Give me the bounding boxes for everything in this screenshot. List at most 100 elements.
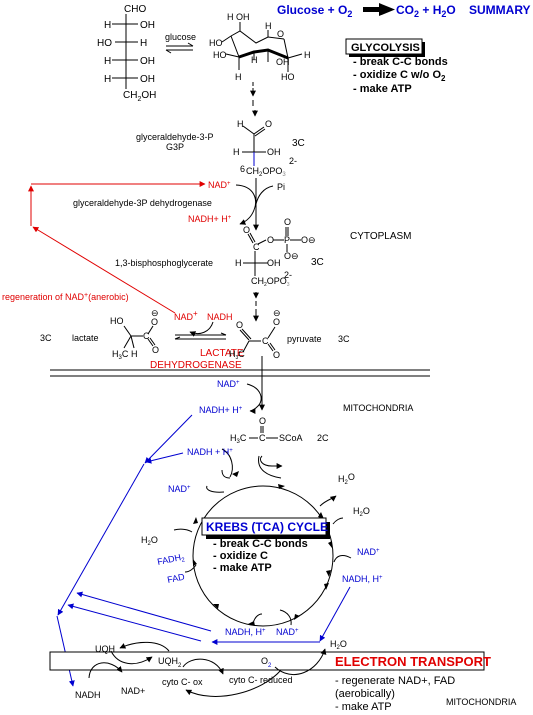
metabolism-diagram: Glucose + O2 CO2 + H2O SUMMARY CHO H OH …: [2, 3, 531, 713]
svg-text:P: P: [284, 235, 290, 245]
krebs-point: - make ATP: [213, 562, 272, 574]
svg-text:HO: HO: [281, 72, 295, 82]
svg-text:OH: OH: [236, 12, 250, 22]
svg-text:HO: HO: [110, 316, 124, 326]
et-nadh: NADH: [75, 690, 101, 700]
svg-text:O⊖: O⊖: [284, 251, 299, 261]
svg-text:O: O: [243, 225, 250, 235]
nad-label: NAD+: [208, 180, 231, 190]
equation-arrow-icon: [363, 3, 395, 16]
svg-text:2-: 2-: [289, 156, 297, 166]
svg-text:H: H: [140, 38, 147, 49]
electron-transport-title: ELECTRON TRANSPORT: [335, 654, 491, 669]
svg-text:O: O: [284, 217, 291, 227]
svg-text:2C: 2C: [317, 433, 329, 443]
svg-text:H: H: [235, 72, 242, 82]
svg-text:HO: HO: [97, 38, 112, 49]
svg-text:H: H: [237, 119, 244, 129]
acetyl-coa-molecule: O H3C C SCoA 2C: [230, 416, 329, 469]
svg-text:HO: HO: [209, 38, 223, 48]
krebs-h2o-left: H2O: [141, 535, 158, 547]
enzyme-label: glyceraldehyde-3P dehydrogenase: [73, 198, 212, 208]
svg-text:OH: OH: [140, 56, 155, 67]
svg-text:6: 6: [240, 164, 245, 174]
svg-text:O: O: [277, 29, 284, 39]
svg-text:HO: HO: [213, 50, 227, 60]
et-cyto-red: cyto C- reduced: [229, 675, 293, 685]
pdh-nadh-label: NADH+ H+: [199, 405, 243, 415]
svg-text:H: H: [235, 258, 242, 268]
lactate-dehydrogenase-step: NAD+ NADH LACTATE DEHYDROGENASE: [150, 309, 244, 371]
krebs-point: - break C-C bonds: [213, 538, 308, 550]
equation-glucose: Glucose + O2: [277, 3, 352, 19]
svg-text:pyruvate: pyruvate: [287, 334, 322, 344]
svg-text:H: H: [104, 74, 111, 85]
svg-text:2-: 2-: [284, 270, 292, 280]
svg-text:3C: 3C: [40, 333, 52, 343]
svg-text:O: O: [151, 317, 158, 327]
mitochondria-label: MITOCHONDRIA: [343, 403, 413, 413]
krebs-nad-right: NAD+: [357, 547, 380, 557]
krebs-nadh-top: NADH + H+: [187, 447, 233, 457]
svg-text:H: H: [251, 55, 258, 65]
svg-text:SCoA: SCoA: [279, 433, 303, 443]
glucose-fischer-projection: CHO H OH HO H H OH H OH CH2OH: [97, 4, 156, 103]
glucose-ring-structure: H OH H O HO HO H OH H H HO: [209, 12, 311, 82]
summary-title: SUMMARY: [469, 3, 531, 17]
pyruvate-dehydrogenase-step: NAD+ NADH+ H+: [199, 379, 262, 415]
g3p-dehydrogenase-step: NAD+ Pi glyceraldehyde-3P dehydrogenase …: [73, 178, 285, 231]
svg-text:G3P: G3P: [166, 142, 184, 152]
svg-text:H: H: [104, 56, 111, 67]
ldh-nad-label: NAD+: [174, 309, 198, 322]
glycolysis-point: - oxidize C w/o O2: [353, 69, 446, 83]
svg-text:H: H: [227, 12, 234, 22]
lactate-molecule: 3C lactate HO H3C H C ⊖ O O: [40, 308, 159, 361]
summary-equation: Glucose + O2 CO2 + H2O SUMMARY: [277, 3, 531, 19]
ldh-nadh-label: NADH: [207, 312, 233, 322]
svg-text:H: H: [304, 50, 311, 60]
svg-text:3C: 3C: [338, 334, 350, 344]
krebs-cycle: NADH + H+ NAD+ H2O FADH2 FAD H2O H2O NAD…: [141, 447, 383, 637]
krebs-title: KREBS (TCA) CYCLE: [206, 520, 328, 534]
svg-text:CHO: CHO: [124, 4, 146, 15]
pyruvate-molecule: O H3C C ⊖ O O pyruvate 3C: [229, 308, 350, 361]
krebs-h2o-right: H2O: [353, 506, 370, 518]
regeneration-label: regeneration of NAD+(anerobic): [2, 292, 129, 302]
nadh-label: NADH+ H+: [188, 214, 232, 224]
ldh-enzyme-label: DEHYDROGENASE: [150, 360, 242, 371]
krebs-h2o-top-right: H2O: [338, 472, 355, 486]
glycolysis-point: - break C-C bonds: [353, 56, 448, 68]
svg-text:H3C: H3C: [230, 433, 247, 445]
svg-text:O: O: [267, 235, 274, 245]
svg-text:H: H: [233, 147, 240, 157]
krebs-nad-left: NAD+: [168, 484, 191, 494]
svg-text:H: H: [131, 349, 138, 359]
glycolysis-summary: GLYCOLYSIS - break C-C bonds - oxidize C…: [345, 38, 448, 95]
svg-text:glyceraldehyde-3-P: glyceraldehyde-3-P: [136, 132, 214, 142]
svg-text:3C: 3C: [292, 138, 305, 149]
svg-text:H: H: [265, 21, 272, 31]
mitochondria-label-2: MITOCHONDRIA: [446, 697, 516, 707]
krebs-point: - oxidize C: [213, 550, 268, 562]
krebs-fadh2: FADH2: [156, 551, 186, 569]
krebs-nadh-right: NADH, H+: [342, 574, 383, 584]
svg-text:C: C: [259, 433, 266, 443]
et-point: (aerobically): [335, 688, 395, 700]
g3p-molecule: glyceraldehyde-3-P G3P 3C H O H OH 6 CH2…: [136, 119, 305, 178]
glycolysis-pathway-arrows: [250, 82, 258, 117]
bisphosphoglycerate-molecule: 1,3-bisphosphoglycerate 3C O C O P O O⊖ …: [115, 217, 324, 288]
svg-text:O: O: [265, 119, 272, 129]
svg-text:H3C: H3C: [112, 349, 129, 361]
svg-text:OH: OH: [140, 20, 155, 31]
krebs-fad: FAD: [166, 571, 186, 585]
glycolysis-title: GLYCOLYSIS: [351, 42, 420, 54]
cytoplasm-label: CYTOPLASM: [350, 231, 412, 242]
equation-products: CO2 + H2O: [396, 3, 456, 19]
svg-text:OH: OH: [267, 147, 281, 157]
et-point: - make ATP: [335, 701, 392, 713]
svg-text:H: H: [104, 20, 111, 31]
pdh-nad-label: NAD+: [217, 379, 240, 389]
et-nad-plus: NAD+: [121, 686, 145, 696]
svg-text:CH2OPO3: CH2OPO3: [246, 166, 286, 178]
et-point: - regenerate NAD+, FAD: [335, 675, 455, 687]
